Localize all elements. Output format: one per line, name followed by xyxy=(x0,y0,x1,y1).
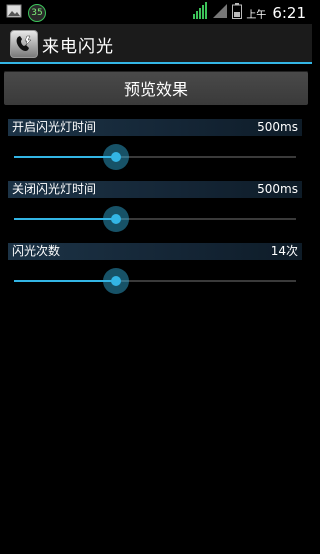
flash-on-duration-slider[interactable] xyxy=(8,143,302,171)
flash-count-label: 闪光次数 xyxy=(12,244,61,258)
status-left: 35 xyxy=(6,3,46,22)
flash-on-duration-header: 开启闪光灯时间 500ms xyxy=(8,119,302,136)
flash-on-duration-value: 500ms xyxy=(257,120,298,134)
flash-off-duration-value: 500ms xyxy=(257,182,298,196)
slider-track-fill xyxy=(14,280,116,282)
photo-notification-icon xyxy=(6,3,22,22)
data-signal-icon xyxy=(192,2,208,24)
slider-thumb[interactable] xyxy=(110,152,121,162)
slider-track-fill xyxy=(14,218,116,220)
battery-icon xyxy=(232,3,243,23)
flash-count-slider[interactable] xyxy=(8,267,302,295)
status-ampm: 上午 xyxy=(246,9,267,21)
action-bar: 来电闪光 xyxy=(0,24,312,64)
slider-track-fill xyxy=(14,156,116,158)
slider-thumb[interactable] xyxy=(110,214,121,224)
slider-thumb[interactable] xyxy=(110,276,121,286)
status-bar: 35 上午 6:21 xyxy=(0,0,312,24)
flash-count-header: 闪光次数 14次 xyxy=(8,243,302,260)
flash-on-duration-label: 开启闪光灯时间 xyxy=(12,120,97,134)
page-title: 来电闪光 xyxy=(42,37,114,57)
cell-signal-icon xyxy=(212,3,228,23)
flash-count-value: 14次 xyxy=(270,244,298,258)
flash-off-duration-header: 关闭闪光灯时间 500ms xyxy=(8,181,302,198)
flash-off-duration-label: 关闭闪光灯时间 xyxy=(12,182,97,196)
status-right: 上午 6:21 xyxy=(192,2,306,24)
battery-circle-icon: 35 xyxy=(28,3,46,22)
flashlight-phone-icon[interactable] xyxy=(10,30,38,58)
status-time: 6:21 xyxy=(272,4,306,22)
preview-effect-button[interactable]: 预览效果 xyxy=(4,71,308,105)
flash-off-duration-slider[interactable] xyxy=(8,205,302,233)
